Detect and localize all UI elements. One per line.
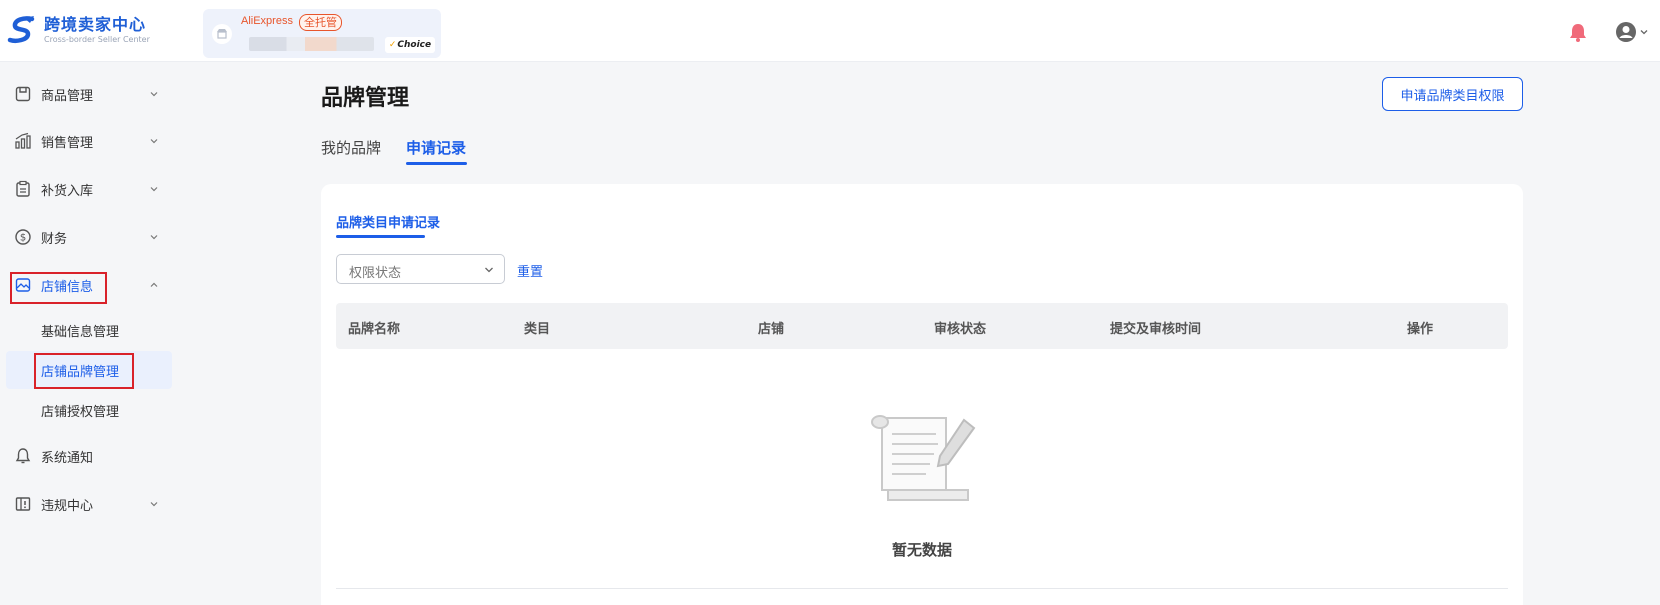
sidebar-item-store-info[interactable]: 店铺信息 bbox=[0, 267, 176, 303]
chevron-down-icon bbox=[485, 267, 493, 273]
top-header: 跨境卖家中心 Cross-border Seller Center AliExp… bbox=[0, 0, 1660, 62]
tab-my-brands[interactable]: 我的品牌 bbox=[321, 137, 381, 158]
store-name-redacted bbox=[249, 37, 374, 51]
sidebar-item-label: 销售管理 bbox=[41, 135, 94, 151]
tab-application-records[interactable]: 申请记录 bbox=[406, 137, 466, 158]
sidebar-item-replenish[interactable]: 补货入库 bbox=[0, 171, 176, 207]
store-switcher[interactable]: AliExpress 全托管 ✓ Choice bbox=[203, 9, 441, 58]
column-header-category: 类目 bbox=[524, 322, 551, 337]
sidebar-nav: 商品管理 销售管理 补货入库 $ 财务 店铺信息 基础信息管理 店铺品牌管理 店… bbox=[0, 62, 176, 605]
column-header-review-status: 审核状态 bbox=[934, 322, 987, 337]
column-header-submit-time: 提交及审核时间 bbox=[1110, 322, 1202, 337]
svg-text:$: $ bbox=[20, 233, 26, 244]
logo-icon bbox=[7, 16, 35, 43]
permission-status-select[interactable]: 权限状态 bbox=[336, 254, 505, 284]
sidebar-item-label: 补货入库 bbox=[41, 183, 94, 199]
sidebar-item-products[interactable]: 商品管理 bbox=[0, 76, 176, 112]
sidebar-item-finance[interactable]: $ 财务 bbox=[0, 219, 176, 255]
chevron-down-icon bbox=[150, 139, 158, 144]
chevron-down-icon bbox=[150, 187, 158, 192]
store-avatar bbox=[212, 24, 232, 44]
user-menu[interactable] bbox=[1615, 21, 1649, 43]
column-header-actions: 操作 bbox=[1407, 322, 1434, 337]
sidebar-item-violations[interactable]: 违规中心 bbox=[0, 486, 176, 522]
bell-icon bbox=[15, 448, 31, 464]
chevron-down-icon bbox=[150, 92, 158, 97]
sales-chart-icon bbox=[15, 132, 31, 149]
sidebar-subitem-label: 店铺品牌管理 bbox=[41, 364, 120, 380]
choice-badge: ✓ Choice bbox=[385, 37, 435, 53]
reset-button[interactable]: 重置 bbox=[517, 261, 543, 280]
chevron-down-icon bbox=[150, 502, 158, 507]
user-avatar-icon bbox=[1616, 22, 1636, 42]
sidebar-subitem-label: 基础信息管理 bbox=[41, 324, 120, 340]
active-tab-indicator bbox=[406, 162, 467, 165]
empty-document-icon bbox=[871, 415, 976, 501]
sidebar-item-label: 违规中心 bbox=[41, 498, 94, 514]
check-icon: ✓ bbox=[388, 40, 397, 50]
store-tag-badge: 全托管 bbox=[299, 14, 342, 31]
sidebar-item-label: 财务 bbox=[41, 231, 68, 247]
store-icon bbox=[217, 29, 227, 39]
clipboard-icon bbox=[16, 180, 30, 197]
sidebar-subitem-label: 店铺授权管理 bbox=[41, 404, 120, 420]
column-header-brand-name: 品牌名称 bbox=[348, 322, 401, 337]
store-image-icon bbox=[15, 278, 31, 292]
sidebar-subitem-store-brand[interactable]: 店铺品牌管理 bbox=[6, 351, 172, 389]
notification-bell-icon[interactable] bbox=[1567, 21, 1589, 43]
subtab-indicator bbox=[336, 235, 425, 238]
table-divider bbox=[336, 588, 1508, 589]
sidebar-item-label: 商品管理 bbox=[41, 88, 94, 104]
select-placeholder: 权限状态 bbox=[349, 266, 402, 281]
sidebar-item-sales[interactable]: 销售管理 bbox=[0, 123, 176, 159]
store-brand: AliExpress bbox=[241, 15, 293, 27]
logo-subtitle: Cross-border Seller Center bbox=[44, 34, 150, 44]
chevron-up-icon bbox=[150, 282, 158, 287]
dollar-icon: $ bbox=[15, 229, 31, 245]
sidebar-subitem-authorization[interactable]: 店铺授权管理 bbox=[6, 391, 172, 429]
sidebar-item-notifications[interactable]: 系统通知 bbox=[0, 438, 176, 474]
page-title: 品牌管理 bbox=[321, 86, 410, 111]
chevron-down-icon bbox=[150, 235, 158, 240]
violation-icon bbox=[15, 497, 31, 511]
subtab-brand-category-records[interactable]: 品牌类目申请记录 bbox=[336, 212, 440, 231]
product-box-icon bbox=[15, 86, 31, 102]
sidebar-item-label: 系统通知 bbox=[41, 450, 94, 466]
choice-label: Choice bbox=[397, 40, 432, 50]
column-header-store: 店铺 bbox=[758, 322, 785, 337]
sidebar-subitem-basic-info[interactable]: 基础信息管理 bbox=[6, 311, 172, 349]
sidebar-item-label: 店铺信息 bbox=[41, 279, 94, 295]
table-header: 品牌名称 类目 店铺 审核状态 提交及审核时间 操作 bbox=[336, 303, 1508, 349]
seller-center-logo[interactable]: 跨境卖家中心 Cross-border Seller Center bbox=[6, 14, 150, 46]
empty-state-text: 暂无数据 bbox=[891, 541, 952, 559]
records-panel: 品牌类目申请记录 权限状态 重置 品牌名称 类目 店铺 审核状态 提交及审核时间… bbox=[321, 184, 1523, 605]
chevron-down-icon bbox=[1640, 30, 1648, 35]
apply-brand-category-button[interactable]: 申请品牌类目权限 bbox=[1382, 77, 1523, 111]
logo-title: 跨境卖家中心 bbox=[44, 14, 147, 34]
